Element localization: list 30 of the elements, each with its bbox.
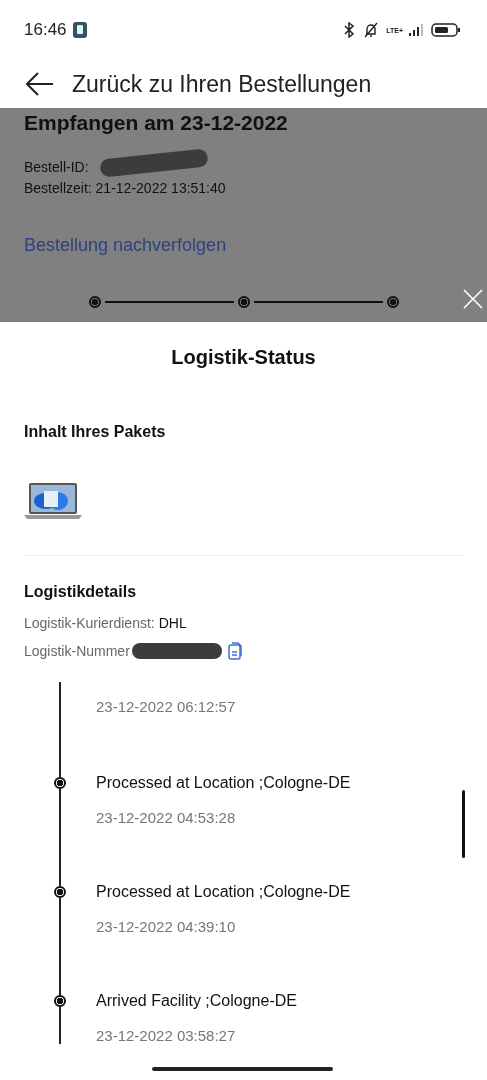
order-id-label: Bestell-ID: bbox=[24, 158, 89, 177]
status-time: 16:46 bbox=[24, 20, 67, 40]
app-notification-icon bbox=[72, 22, 87, 38]
page-title: Zurück zu Ihren Bestellungen bbox=[72, 70, 372, 98]
courier-value: DHL bbox=[158, 615, 187, 631]
event-title: Arrived Facility ;Cologne-DE bbox=[96, 992, 298, 1010]
timeline-dot bbox=[54, 886, 66, 898]
back-arrow-icon[interactable] bbox=[26, 72, 54, 96]
tracking-number-label: Logistik-Nummer bbox=[24, 643, 130, 659]
package-heading: Inhalt Ihres Pakets bbox=[24, 423, 167, 441]
event-time: 23-12-2022 04:53:28 bbox=[96, 809, 237, 826]
event-time: 23-12-2022 03:58:27 bbox=[96, 1027, 237, 1044]
signal-icon bbox=[409, 24, 425, 36]
timeline-dot bbox=[54, 777, 66, 789]
received-heading: Empfangen am 23-12-2022 bbox=[24, 111, 289, 135]
track-order-link[interactable]: Bestellung nachverfolgen bbox=[24, 235, 227, 256]
close-icon[interactable] bbox=[463, 289, 483, 309]
event-time: 23-12-2022 06:12:57 bbox=[96, 698, 237, 715]
bluetooth-icon bbox=[342, 22, 357, 38]
copy-icon[interactable] bbox=[227, 642, 242, 660]
order-time: Bestellzeit: 21-12-2022 13:51:40 bbox=[24, 179, 227, 198]
event-title: Processed at Location ;Cologne-DE bbox=[96, 883, 352, 901]
timeline-dot bbox=[54, 995, 66, 1007]
courier-label: Logistik-Kurierdienst: bbox=[24, 615, 155, 631]
battery-icon bbox=[431, 23, 461, 37]
event-time: 23-12-2022 04:39:10 bbox=[96, 918, 237, 935]
event-title: Processed at Location ;Cologne-DE bbox=[96, 774, 352, 792]
logistics-heading: Logistikdetails bbox=[24, 583, 138, 601]
sheet-title: Logistik-Status bbox=[170, 346, 317, 369]
scrollbar bbox=[462, 790, 465, 858]
